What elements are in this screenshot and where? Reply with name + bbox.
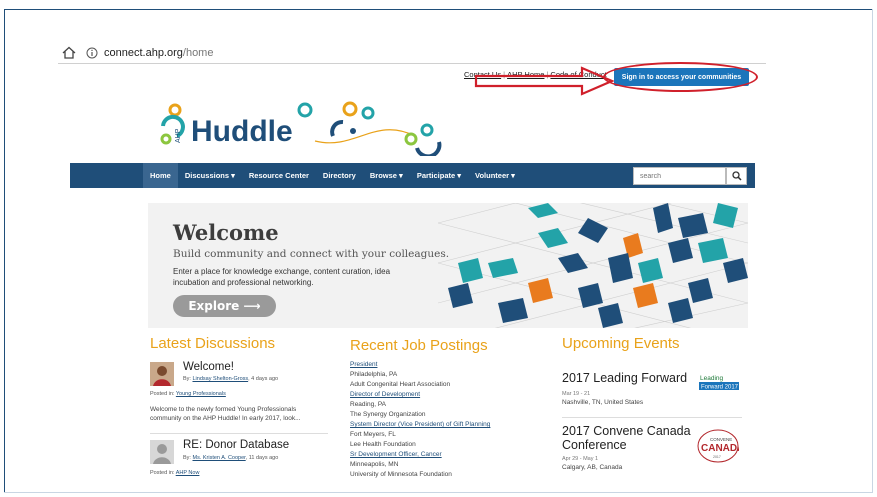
discussion-meta: By: Ms. Kristen A. Cooper, 11 days ago [183,455,278,461]
svg-text:Leading: Leading [700,375,724,382]
job-title-link[interactable]: Director of Development [350,390,540,400]
nav-directory[interactable]: Directory [316,163,363,188]
logo-ahp-text: AHP [175,128,182,143]
nav-volunteer[interactable]: Volunteer ▾ [468,163,522,188]
discussion-divider [150,433,328,434]
search-input[interactable] [633,167,726,185]
nav-home[interactable]: Home [143,163,178,188]
job-title-link[interactable]: Sr Development Officer, Cancer [350,450,540,460]
svg-text:CANADA: CANADA [701,443,739,454]
author-link[interactable]: Ms. Kristen A. Cooper [192,455,245,461]
svg-text:2017: 2017 [713,455,721,459]
community-link[interactable]: Young Professionals [176,391,226,397]
avatar[interactable] [150,440,174,464]
nav-browse[interactable]: Browse ▾ [363,163,410,188]
latest-discussions-heading: Latest Discussions [150,335,276,352]
address-bar[interactable]: connect.ahp.org/home [58,42,766,64]
author-link[interactable]: Lindsay Shelton-Gross [192,376,248,382]
post-age: , 4 days ago [248,376,279,382]
info-icon[interactable] [84,45,100,61]
event-divider [562,417,742,418]
job-list: President Philadelphia, PA Adult Congeni… [350,360,540,480]
upcoming-events-heading: Upcoming Events [562,335,680,352]
job-organization: University of Minnesota Foundation [350,471,452,478]
discussion-excerpt: Welcome to the newly formed Young Profes… [150,406,301,422]
posted-in: Posted in: Young Professionals [150,391,226,397]
welcome-banner: Welcome Build community and connect with… [148,203,748,328]
nav-participate[interactable]: Participate ▾ [410,163,468,188]
job-organization: Adult Congenital Heart Association [350,381,451,388]
svg-text:Forward 2017: Forward 2017 [701,385,739,391]
job-location: Minneapolis, MN [350,461,399,468]
event-title[interactable]: 2017 Leading Forward [562,371,692,385]
url-text[interactable]: connect.ahp.org/home [104,47,213,59]
nav-resource-center[interactable]: Resource Center [242,163,316,188]
convene-canada-badge[interactable]: CONVENE CANADA 2017 [697,428,739,464]
job-organization: The Synergy Organization [350,411,426,418]
url-host: connect.ahp.org [104,46,183,59]
discussion-title[interactable]: RE: Donor Database [183,439,289,451]
job-title-link[interactable]: System Director (Vice President) of Gift… [350,420,540,430]
huddle-logo[interactable]: AHP Huddle [155,96,455,156]
slide-frame-edge [872,9,873,493]
hero-subtitle: Build community and connect with your co… [173,248,450,260]
post-age: , 11 days ago [245,455,279,461]
hero-title: Welcome [173,220,279,245]
search-button[interactable] [726,167,747,185]
job-title-link[interactable]: President [350,360,540,370]
hero-description: Enter a place for knowledge exchange, co… [173,267,391,287]
event-location: Nashville, TN, United States [562,399,644,406]
recent-jobs-heading: Recent Job Postings [350,337,488,354]
annotation-ellipse [603,62,758,92]
nav-discussions[interactable]: Discussions ▾ [178,163,242,188]
cube-pattern-art [438,203,748,328]
home-icon[interactable] [58,44,80,62]
posted-label: Posted in: [150,391,176,397]
job-organization: Lee Health Foundation [350,441,416,448]
posted-in: Posted in: AHP Now [150,470,199,476]
discussion-meta: By: Lindsay Shelton-Gross, 4 days ago [183,376,278,382]
logo-wordmark: Huddle [191,115,293,148]
avatar[interactable] [150,362,174,386]
job-location: Reading, PA [350,401,387,408]
job-location: Philadelphia, PA [350,371,398,378]
leading-forward-badge[interactable]: Leading Forward 2017 [698,372,740,394]
slide-frame-edge [4,492,873,493]
annotation-arrow [474,66,615,96]
job-location: Fort Meyers, FL [350,431,396,438]
event-title[interactable]: 2017 Convene Canada Conference [562,424,692,452]
event-date: Apr 29 - May 1 [562,456,599,462]
event-location: Calgary, AB, Canada [562,464,623,471]
url-path: /home [182,46,214,59]
event-date: Mar 19 - 21 [562,391,591,397]
svg-text:CONVENE: CONVENE [710,437,732,442]
posted-label: Posted in: [150,470,176,476]
search-icon [731,171,742,181]
community-link[interactable]: AHP Now [176,470,200,476]
discussion-title[interactable]: Welcome! [183,361,234,373]
explore-button[interactable]: Explore ⟶ [173,295,276,317]
